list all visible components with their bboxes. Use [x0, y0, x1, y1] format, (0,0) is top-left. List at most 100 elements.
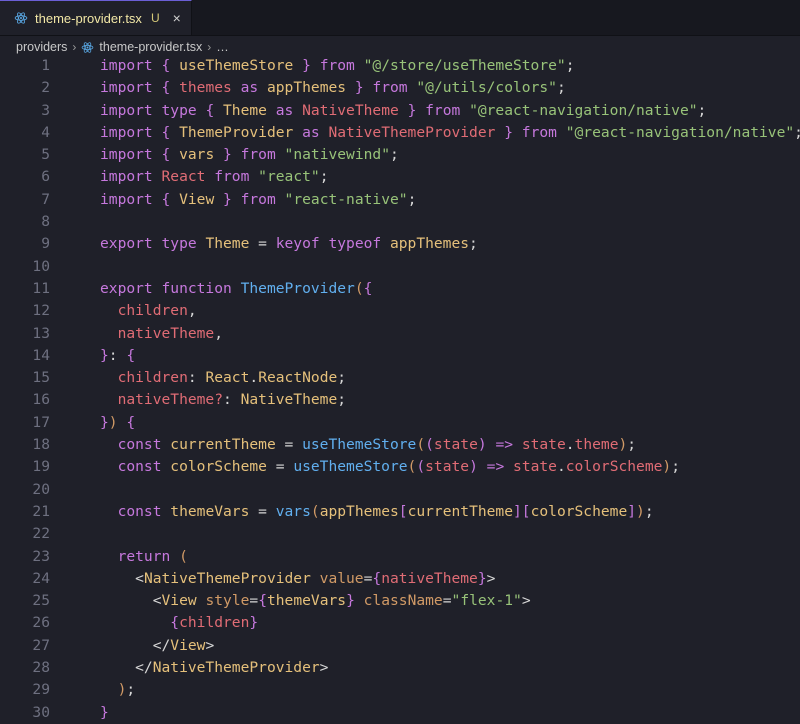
line-number: 22: [32, 525, 50, 543]
code-token: className: [354, 592, 443, 610]
code-token: }: [223, 190, 232, 208]
code-token: themes: [170, 79, 241, 97]
code-token: .: [556, 458, 566, 476]
code-token: =: [249, 592, 259, 610]
code-line[interactable]: 9 export type Theme = keyof typeof appThe…: [0, 233, 800, 255]
code-token: return: [100, 547, 180, 565]
code-line[interactable]: 24 <NativeThemeProvider value={nativeThe…: [0, 568, 800, 590]
code-line[interactable]: 14}: {: [0, 345, 800, 367]
code-line[interactable]: 17}) {: [0, 412, 800, 434]
code-editor[interactable]: 1 import { useThemeStore } from "@/store/…: [0, 55, 800, 724]
code-token: "flex-1": [451, 592, 522, 610]
code-token: React: [205, 369, 250, 387]
code-token: (: [179, 547, 188, 565]
line-number: 16: [32, 391, 50, 409]
line-number: 18: [32, 436, 50, 454]
code-token: import: [100, 79, 153, 97]
code-token: React: [152, 168, 215, 186]
breadcrumb-folder[interactable]: providers: [16, 40, 67, 54]
code-line[interactable]: 12 children,: [0, 300, 800, 322]
code-line[interactable]: 3 import type { Theme as NativeTheme } fr…: [0, 100, 800, 122]
code-token: {: [205, 101, 215, 119]
code-line[interactable]: 13 nativeTheme,: [0, 323, 800, 345]
code-line[interactable]: 25 <View style={themeVars} className="fl…: [0, 590, 800, 612]
code-token: from: [231, 146, 285, 164]
code-token: {: [161, 190, 171, 208]
code-text: import { useThemeStore } from "@/store/u…: [75, 55, 575, 77]
code-text: import { View } from "react-native";: [75, 189, 416, 211]
code-line[interactable]: 22: [0, 523, 800, 545]
code-line[interactable]: 16 nativeTheme?: NativeTheme;: [0, 389, 800, 411]
code-line[interactable]: 26 {children}: [0, 612, 800, 634]
code-token: colorScheme: [565, 458, 663, 476]
code-token: value: [310, 569, 364, 587]
code-line[interactable]: 6 import React from "react";: [0, 166, 800, 188]
code-token: ): [477, 436, 487, 454]
code-token: =: [249, 235, 276, 253]
code-token: from: [363, 79, 417, 97]
code-token: as: [275, 101, 294, 119]
code-line[interactable]: 10: [0, 256, 800, 278]
code-line[interactable]: 7 import { View } from "react-native";: [0, 189, 800, 211]
code-token: {: [258, 592, 267, 610]
code-token: }: [477, 569, 487, 587]
code-token: .: [565, 436, 575, 454]
code-line[interactable]: 15 children: React.ReactNode;: [0, 367, 800, 389]
line-number: 7: [41, 190, 50, 208]
code-token: themeVars: [170, 502, 250, 520]
code-token: View: [170, 636, 206, 654]
code-token: nativeTheme: [381, 569, 478, 587]
code-token: as: [302, 123, 320, 141]
line-number: 13: [32, 324, 50, 342]
code-line[interactable]: 18 const currentTheme = useThemeStore((s…: [0, 434, 800, 456]
code-token: =: [442, 592, 452, 610]
code-line[interactable]: 5 import { vars } from "nativewind";: [0, 144, 800, 166]
code-token: }: [223, 146, 232, 164]
code-token: useThemeStore: [302, 436, 417, 454]
code-token: ,: [187, 302, 197, 320]
code-line[interactable]: 27 </View>: [0, 635, 800, 657]
code-text: <View style={themeVars} className="flex-…: [75, 590, 531, 612]
code-token: {: [126, 346, 136, 364]
code-token: View: [161, 592, 197, 610]
code-line[interactable]: 2 import { themes as appThemes } from "@/…: [0, 77, 800, 99]
code-token: ,: [214, 324, 224, 342]
code-token: theme: [574, 436, 619, 454]
code-token: appThemes: [319, 502, 399, 520]
code-token: {: [363, 279, 373, 297]
code-token: {: [170, 614, 180, 632]
code-token: Theme: [205, 235, 250, 253]
line-number: 11: [32, 279, 50, 297]
line-number: 8: [41, 213, 50, 231]
code-line[interactable]: 28 </NativeThemeProvider>: [0, 657, 800, 679]
code-token: ): [469, 458, 478, 476]
code-line[interactable]: 11 export function ThemeProvider({: [0, 278, 800, 300]
code-line[interactable]: 1 import { useThemeStore } from "@/store/…: [0, 55, 800, 77]
breadcrumb-more[interactable]: …: [216, 40, 229, 54]
code-text: children: React.ReactNode;: [75, 367, 347, 389]
code-line[interactable]: 8: [0, 211, 800, 233]
code-line[interactable]: 20: [0, 479, 800, 501]
code-line[interactable]: 21 const themeVars = vars(appThemes[curr…: [0, 501, 800, 523]
code-token: }: [504, 123, 513, 141]
code-token: >: [486, 569, 496, 587]
code-token: (: [425, 436, 434, 454]
code-line[interactable]: 29 );: [0, 679, 800, 701]
code-line[interactable]: 30}: [0, 702, 800, 724]
code-line[interactable]: 19 const colorScheme = useThemeStore((st…: [0, 456, 800, 478]
line-number: 5: [41, 146, 50, 164]
code-token: export: [100, 279, 153, 297]
code-text: children,: [75, 300, 197, 322]
close-tab-icon[interactable]: ×: [173, 10, 181, 26]
code-line[interactable]: 23 return (: [0, 546, 800, 568]
breadcrumb-file[interactable]: theme-provider.tsx: [99, 40, 202, 54]
git-status-badge: U: [150, 11, 160, 25]
code-token: NativeThemeProvider: [143, 569, 311, 587]
editor-tab-theme-provider[interactable]: theme-provider.tsx U ×: [0, 0, 192, 35]
code-line[interactable]: 4 import { ThemeProvider as NativeThemePr…: [0, 122, 800, 144]
code-token: ThemeProvider: [170, 123, 303, 141]
code-token: ;: [337, 369, 347, 387]
code-token: Theme: [214, 101, 276, 119]
